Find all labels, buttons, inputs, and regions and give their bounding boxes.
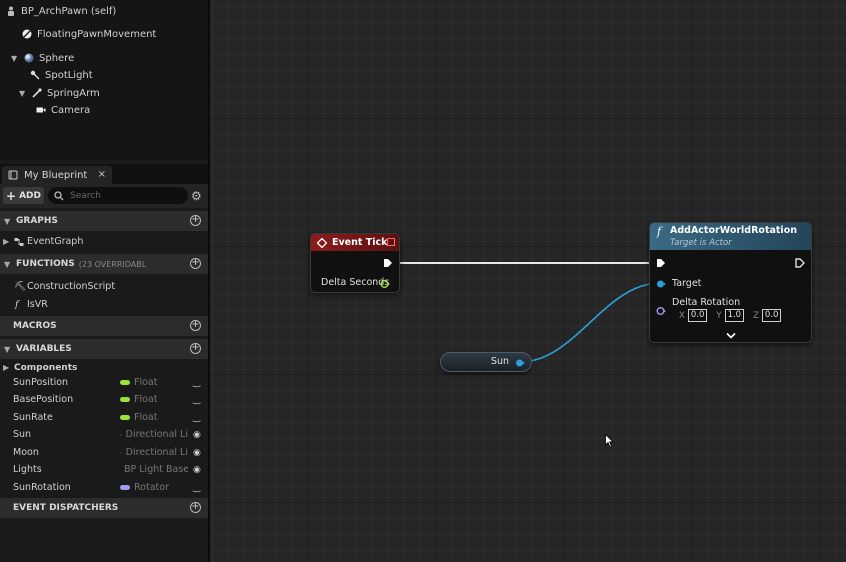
- variable-node-label: Sun: [490, 356, 509, 367]
- sun-variable-node[interactable]: Sun: [440, 352, 532, 372]
- add-rotation-header[interactable]: f AddActorWorldRotation Target is Actor: [650, 223, 811, 250]
- node-subtitle: Target is Actor: [670, 238, 732, 248]
- rotator-pin-icon[interactable]: [656, 306, 666, 316]
- target-label: Target: [672, 278, 702, 289]
- node-title: AddActorWorldRotation: [670, 225, 797, 236]
- event-tick-node[interactable]: Event Tick Delta Seconds: [310, 233, 400, 293]
- object-wire[interactable]: [519, 282, 661, 363]
- exec-out-pin-icon[interactable]: [383, 258, 393, 268]
- object-pin-icon[interactable]: [515, 358, 525, 368]
- y-label: Y: [716, 310, 722, 321]
- chevron-down-icon[interactable]: [726, 332, 736, 340]
- delegate-pin-icon[interactable]: [387, 238, 395, 246]
- y-input[interactable]: 1.0: [724, 309, 745, 322]
- z-label: Z: [753, 310, 759, 321]
- event-diamond-icon: [317, 237, 327, 248]
- add-actor-world-rotation-node[interactable]: f AddActorWorldRotation Target is Actor …: [649, 222, 812, 343]
- float-pin-icon[interactable]: [380, 279, 390, 289]
- x-label: X: [679, 310, 685, 321]
- x-input[interactable]: 0.0: [687, 309, 708, 322]
- delta-rotation-label: Delta Rotation: [672, 297, 741, 308]
- exec-in-pin-icon[interactable]: [656, 258, 666, 268]
- z-input[interactable]: 0.0: [761, 309, 782, 322]
- event-tick-header[interactable]: Event Tick: [311, 234, 399, 251]
- exec-out-pin-icon[interactable]: [795, 258, 805, 268]
- mouse-cursor-icon: [605, 434, 614, 448]
- rotation-vector-inputs: X 0.0 Y 1.0 Z 0.0: [679, 309, 782, 322]
- node-title: Event Tick: [332, 237, 388, 248]
- object-pin-icon[interactable]: [656, 279, 666, 289]
- function-icon: f: [657, 225, 662, 238]
